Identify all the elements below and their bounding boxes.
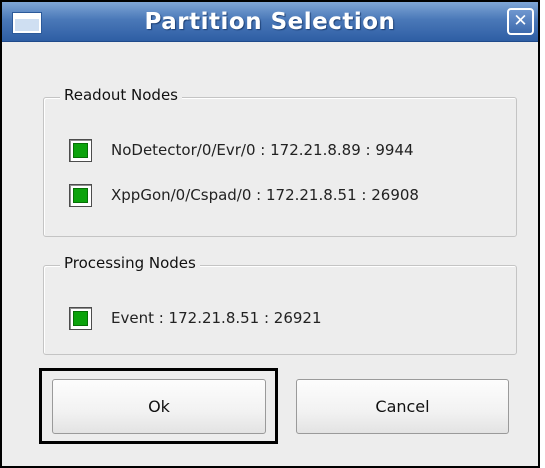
- readout-node-row: NoDetector/0/Evr/0 : 172.21.8.89 : 9944: [69, 138, 414, 162]
- status-led-icon: [73, 142, 88, 158]
- processing-nodes-group: Processing Nodes Event : 172.21.8.51 : 2…: [43, 254, 517, 355]
- status-led-icon: [73, 187, 88, 203]
- node-status-indicator[interactable]: [69, 306, 92, 330]
- dialog-frame: Partition Selection ✕ Readout Nodes NoDe…: [0, 0, 540, 468]
- window-title: Partition Selection: [144, 9, 396, 35]
- close-button[interactable]: ✕: [507, 8, 534, 35]
- status-led-icon: [73, 310, 88, 326]
- readout-nodes-title: Readout Nodes: [60, 86, 182, 104]
- node-label: Event : 172.21.8.51 : 26921: [111, 309, 322, 327]
- window-menu-icon[interactable]: [13, 13, 41, 33]
- ok-button[interactable]: Ok: [52, 379, 266, 434]
- processing-nodes-title: Processing Nodes: [60, 254, 200, 272]
- node-status-indicator[interactable]: [69, 183, 92, 207]
- cancel-button[interactable]: Cancel: [296, 379, 509, 434]
- node-status-indicator[interactable]: [69, 138, 92, 162]
- readout-node-row: XppGon/0/Cspad/0 : 172.21.8.51 : 26908: [69, 183, 419, 207]
- processing-node-row: Event : 172.21.8.51 : 26921: [69, 306, 322, 330]
- readout-nodes-group: Readout Nodes NoDetector/0/Evr/0 : 172.2…: [43, 86, 517, 237]
- title-bar[interactable]: Partition Selection ✕: [2, 2, 538, 42]
- node-label: NoDetector/0/Evr/0 : 172.21.8.89 : 9944: [111, 141, 414, 159]
- node-label: XppGon/0/Cspad/0 : 172.21.8.51 : 26908: [111, 186, 419, 204]
- dialog-window: Partition Selection ✕ Readout Nodes NoDe…: [0, 0, 545, 468]
